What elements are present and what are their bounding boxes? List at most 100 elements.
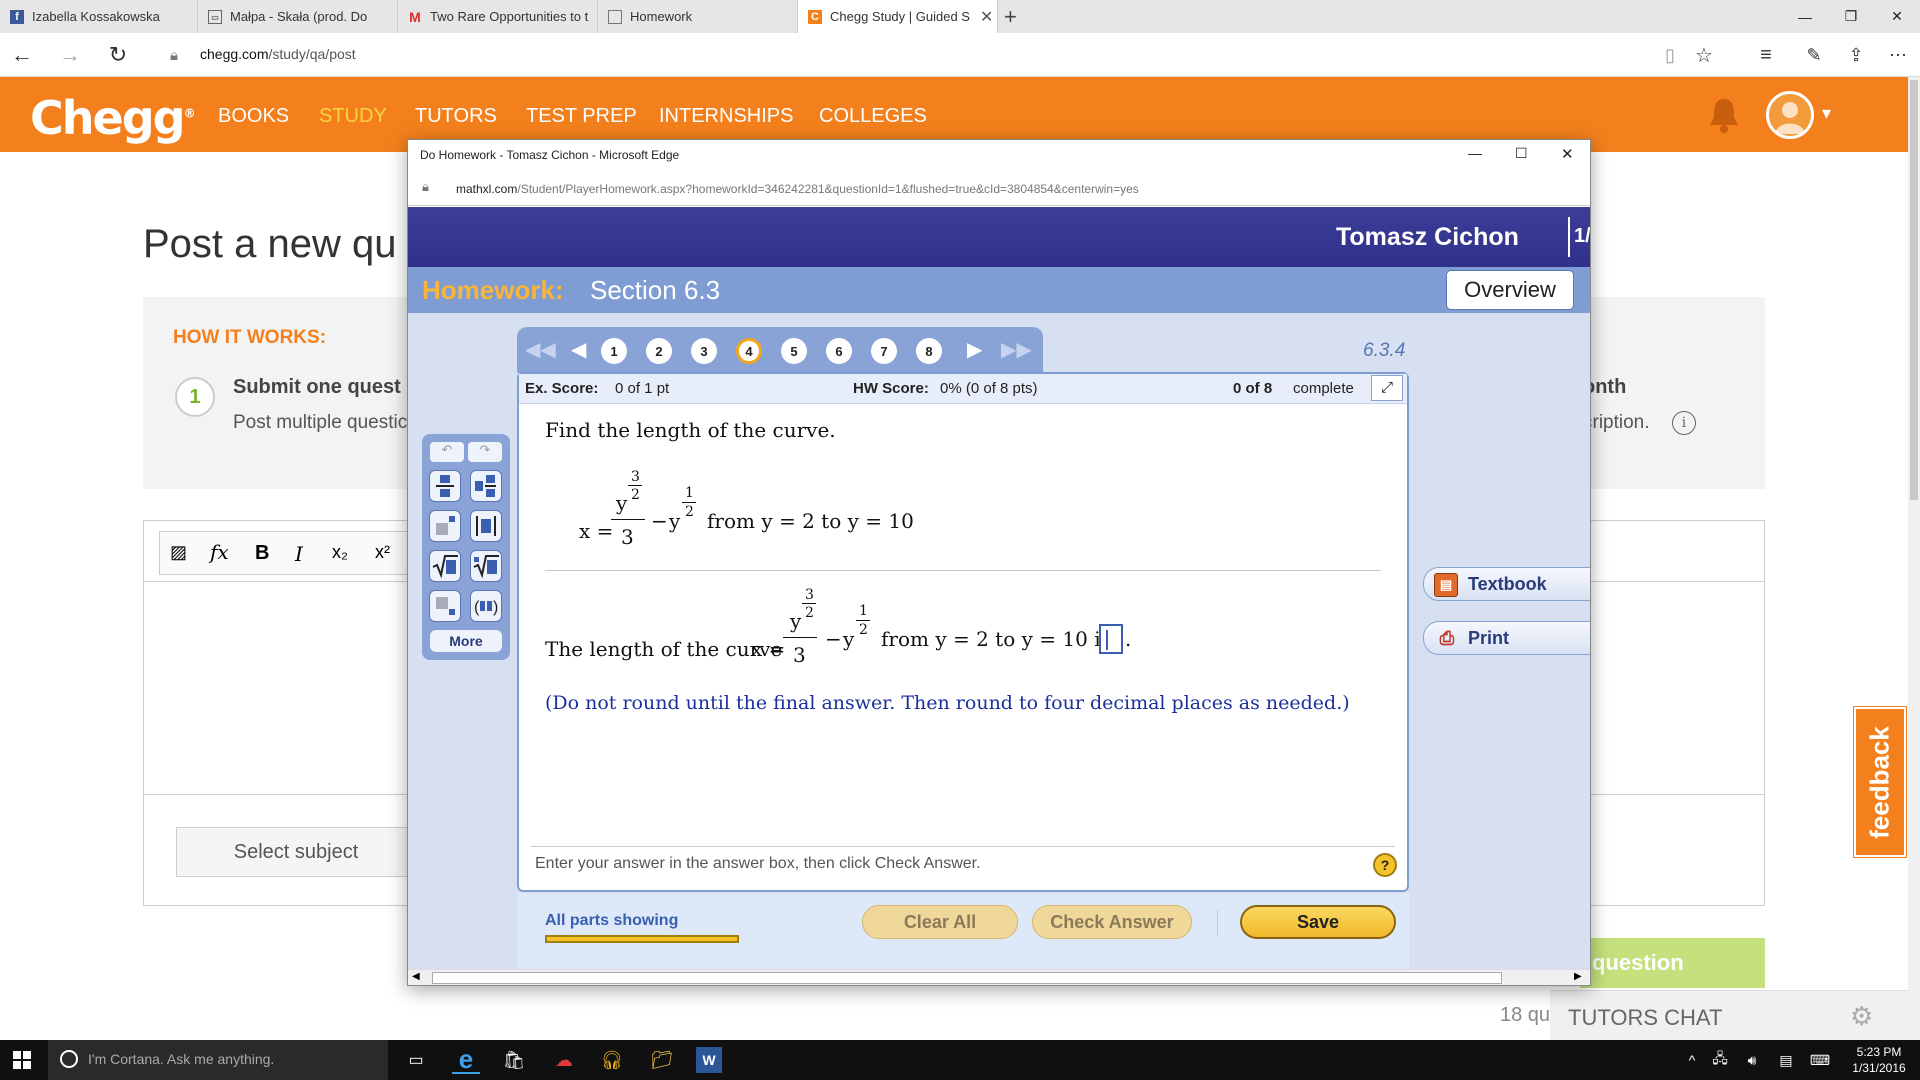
- expand-icon[interactable]: ⤢: [1371, 375, 1403, 401]
- popup-url[interactable]: mathxl.com/Student/PlayerHomework.aspx?h…: [456, 182, 1139, 196]
- web-note-icon[interactable]: ✎: [1800, 41, 1828, 69]
- file-explorer-icon[interactable]: 📁︎: [648, 1046, 676, 1074]
- action-center-icon[interactable]: ▤: [1772, 1046, 1800, 1074]
- interval-icon[interactable]: (): [470, 590, 502, 622]
- question-button[interactable]: 1: [601, 338, 627, 364]
- fraction-icon[interactable]: [429, 470, 461, 502]
- clock[interactable]: 5:23 PM 1/31/2016: [1846, 1044, 1912, 1076]
- exponent-icon[interactable]: [429, 510, 461, 542]
- notification-bell-icon[interactable]: [1706, 95, 1742, 135]
- reading-view-icon[interactable]: ▯: [1656, 41, 1684, 69]
- popup-close-icon[interactable]: ✕: [1561, 145, 1574, 163]
- superscript-icon[interactable]: x²: [375, 542, 390, 563]
- avatar[interactable]: [1766, 91, 1814, 139]
- bold-icon[interactable]: B: [255, 542, 269, 565]
- popup-minimize-icon[interactable]: —: [1468, 145, 1482, 161]
- nth-root-icon[interactable]: [470, 550, 502, 582]
- check-answer-button[interactable]: Check Answer: [1032, 905, 1192, 939]
- page-scrollbar-thumb[interactable]: [1910, 80, 1918, 500]
- more-icon[interactable]: ⋯: [1884, 41, 1912, 69]
- question-button[interactable]: 5: [781, 338, 807, 364]
- refresh-icon[interactable]: ↻: [104, 41, 132, 69]
- scrollbar-thumb[interactable]: [432, 972, 1502, 984]
- info-icon[interactable]: i: [1672, 411, 1696, 435]
- tray-chevron-icon[interactable]: ^: [1678, 1046, 1706, 1074]
- nav-books[interactable]: BOOKS: [218, 105, 289, 128]
- print-button[interactable]: ⎙ Print: [1423, 621, 1590, 655]
- word-icon[interactable]: W: [696, 1047, 722, 1073]
- last-question-icon[interactable]: ▶▶: [1001, 337, 1032, 362]
- mixed-number-icon[interactable]: [470, 470, 502, 502]
- next-question-icon[interactable]: ▶: [967, 337, 982, 362]
- save-button[interactable]: Save: [1240, 905, 1396, 939]
- favorite-star-icon[interactable]: ☆: [1690, 41, 1718, 69]
- network-icon[interactable]: 🖧︎: [1706, 1046, 1734, 1074]
- scroll-left-icon[interactable]: ◀: [412, 971, 420, 982]
- square-root-icon[interactable]: [429, 550, 461, 582]
- chegg-logo[interactable]: Chegg®: [30, 91, 196, 145]
- browser-tab-active[interactable]: C Chegg Study | Guided S ✕: [798, 0, 998, 33]
- first-question-icon[interactable]: ◀◀: [525, 337, 556, 362]
- close-window-icon[interactable]: ✕: [1874, 0, 1920, 33]
- answer-input-box[interactable]: [1099, 624, 1123, 654]
- select-subject-dropdown[interactable]: Select subject: [176, 827, 416, 877]
- clear-all-button[interactable]: Clear All: [862, 905, 1018, 939]
- feedback-tab[interactable]: feedback: [1853, 706, 1907, 858]
- subscript-tool-icon[interactable]: [429, 590, 461, 622]
- scroll-right-icon[interactable]: ▶: [1574, 971, 1582, 982]
- textbook-button[interactable]: ▤ Textbook: [1423, 567, 1590, 601]
- cortana-search-box[interactable]: I'm Cortana. Ask me anything.: [48, 1040, 388, 1080]
- browser-tab[interactable]: f Izabella Kossakowska: [0, 0, 198, 33]
- tutors-chat-bar[interactable]: TUTORS CHAT ⚙: [1550, 990, 1908, 1040]
- url-field[interactable]: chegg.com/study/qa/post: [200, 46, 356, 62]
- back-icon[interactable]: ←: [8, 41, 36, 69]
- redo-icon[interactable]: ↷: [468, 442, 502, 462]
- headphones-icon[interactable]: 🎧︎: [598, 1046, 626, 1074]
- browser-tab[interactable]: ▭ Małpa - Skała (prod. Do: [198, 0, 398, 33]
- volume-icon[interactable]: 🔊︎: [1738, 1046, 1766, 1074]
- divider: [1217, 910, 1218, 936]
- nav-study[interactable]: STUDY: [319, 105, 387, 128]
- question-button[interactable]: 7: [871, 338, 897, 364]
- windows-start-icon[interactable]: [8, 1046, 36, 1074]
- forward-icon[interactable]: →: [56, 41, 84, 69]
- new-tab-icon[interactable]: +: [1004, 4, 1017, 30]
- gear-icon[interactable]: ⚙: [1850, 1001, 1873, 1032]
- keyboard-icon[interactable]: ⌨: [1806, 1046, 1834, 1074]
- edge-icon[interactable]: e: [452, 1044, 480, 1074]
- formula-icon[interactable]: fx: [210, 540, 229, 564]
- undo-icon[interactable]: ↶: [430, 442, 464, 462]
- post-question-button[interactable]: question: [1580, 938, 1765, 988]
- chevron-down-icon[interactable]: ▾: [1822, 103, 1831, 124]
- close-tab-icon[interactable]: ✕: [980, 7, 993, 27]
- restore-icon[interactable]: ❐: [1828, 0, 1874, 33]
- absolute-value-icon[interactable]: [470, 510, 502, 542]
- browser-tab[interactable]: M Two Rare Opportunities to t: [398, 0, 598, 33]
- minimize-icon[interactable]: —: [1782, 0, 1828, 33]
- question-button-current[interactable]: 4: [736, 338, 762, 364]
- nav-test-prep[interactable]: TEST PREP: [526, 105, 637, 128]
- cloud-app-icon[interactable]: ☁: [550, 1046, 578, 1074]
- popup-maximize-icon[interactable]: ☐: [1515, 145, 1528, 162]
- previous-question-icon[interactable]: ◀: [571, 337, 586, 362]
- task-view-icon[interactable]: ▭: [402, 1046, 430, 1074]
- subscript-icon[interactable]: x₂: [332, 542, 348, 563]
- question-button[interactable]: 2: [646, 338, 672, 364]
- browser-tab[interactable]: Homework: [598, 0, 798, 33]
- nav-internships[interactable]: INTERNSHIPS: [659, 105, 793, 128]
- question-button[interactable]: 3: [691, 338, 717, 364]
- popup-title: Do Homework - Tomasz Cichon - Microsoft …: [420, 148, 680, 162]
- store-icon[interactable]: 🛍︎: [500, 1046, 528, 1074]
- image-icon[interactable]: ▨: [170, 542, 187, 563]
- hub-icon[interactable]: ≡: [1752, 41, 1780, 69]
- italic-icon[interactable]: I: [295, 542, 303, 566]
- nav-colleges[interactable]: COLLEGES: [819, 105, 927, 128]
- more-tools-button[interactable]: More: [430, 630, 502, 652]
- help-icon[interactable]: ?: [1373, 853, 1397, 877]
- question-button[interactable]: 6: [826, 338, 852, 364]
- nav-tutors[interactable]: TUTORS: [415, 105, 497, 128]
- share-icon[interactable]: ⇪: [1842, 41, 1870, 69]
- popup-horizontal-scrollbar[interactable]: ◀ ▶: [408, 969, 1590, 985]
- question-button[interactable]: 8: [916, 338, 942, 364]
- overview-button[interactable]: Overview: [1446, 270, 1574, 310]
